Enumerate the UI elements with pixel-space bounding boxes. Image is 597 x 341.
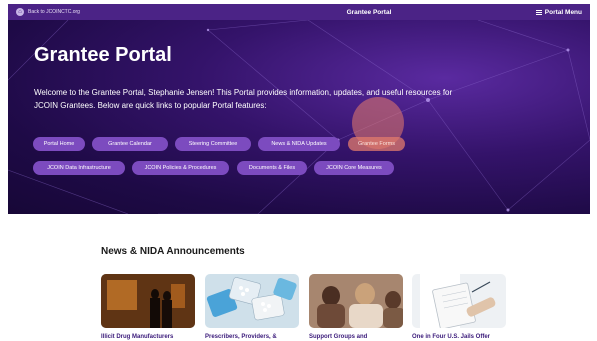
news-card[interactable]: Illicit Drug Manufacturers [101, 274, 195, 341]
portal-menu-label: Portal Menu [544, 8, 582, 16]
portal-menu-button[interactable]: Portal Menu [482, 9, 582, 16]
hero-banner: Grantee Portal Welcome to the Grantee Po… [8, 20, 590, 214]
news-card[interactable]: One in Four U.S. Jails Offer [412, 274, 506, 341]
quick-link-portal-home[interactable]: Portal Home [33, 137, 85, 151]
dark-figures-image [101, 274, 195, 328]
news-section-title: News & NIDA Announcements [101, 246, 245, 257]
quick-link-jcoin-policies-procedures[interactable]: JCOIN Policies & Procedures [132, 161, 229, 175]
hamburger-icon [535, 9, 542, 15]
news-card-title[interactable]: Support Groups and [309, 334, 367, 340]
top-bar: ⌂ Back to JCOINCTC.org Grantee Portal Po… [8, 4, 590, 20]
support-group-image [309, 274, 403, 328]
quick-link-steering-committee[interactable]: Steering Committee [175, 137, 251, 151]
quick-link-documents-files[interactable]: Documents & Files [237, 161, 307, 175]
news-card-title[interactable]: One in Four U.S. Jails Offer [412, 334, 490, 340]
news-card-image[interactable] [205, 274, 299, 328]
quick-link-jcoin-data-infrastructure[interactable]: JCOIN Data Infrastructure [33, 161, 125, 175]
clipboard-image [412, 274, 506, 328]
news-card-image[interactable] [412, 274, 506, 328]
quick-link-news-nida-updates[interactable]: News & NIDA Updates [258, 137, 340, 151]
page-title: Grantee Portal [34, 44, 172, 66]
home-icon: ⌂ [16, 8, 24, 16]
news-card-title[interactable]: Illicit Drug Manufacturers [101, 334, 173, 340]
pill-packs-image [205, 274, 299, 328]
news-card-image[interactable] [309, 274, 403, 328]
back-to-site-link[interactable]: ⌂ Back to JCOINCTC.org [16, 8, 216, 16]
back-link-label: Back to JCOINCTC.org [28, 9, 80, 15]
quick-link-grantee-calendar[interactable]: Grantee Calendar [92, 137, 168, 151]
news-card[interactable]: Support Groups and [309, 274, 403, 341]
news-card-image[interactable] [101, 274, 195, 328]
news-card-title[interactable]: Prescribers, Providers, & [205, 334, 277, 340]
quick-link-jcoin-core-measures[interactable]: JCOIN Core Measures [314, 161, 394, 175]
portal-header-title: Grantee Portal [346, 8, 392, 16]
quick-link-grantee-forms[interactable]: Grantee Forms [348, 137, 405, 151]
news-card[interactable]: Prescribers, Providers, & [205, 274, 299, 341]
